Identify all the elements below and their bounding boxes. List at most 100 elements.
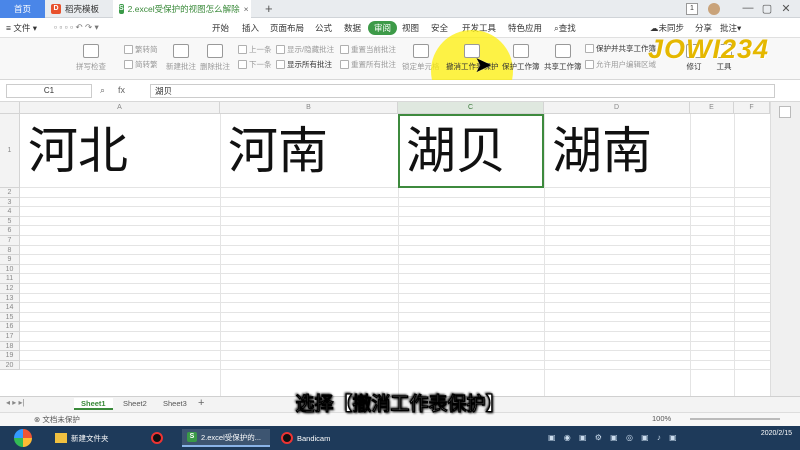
grid-row-line — [20, 263, 770, 265]
taskbar-clock[interactable]: 2020/2/15 — [761, 429, 792, 438]
formula-input[interactable]: 湖贝 — [150, 84, 775, 98]
tab-document[interactable]: S 2.excel受保护的视图怎么解除 × — [113, 0, 251, 18]
template-icon: D — [51, 4, 61, 14]
zoom-slider[interactable] — [690, 418, 780, 420]
trad-to-simp-button[interactable]: 繁转简 — [124, 44, 158, 55]
menu-start[interactable]: 开始 — [212, 22, 229, 34]
taskbar-recorder[interactable] — [146, 429, 176, 447]
row-header-12[interactable]: 12 — [0, 284, 20, 294]
avatar[interactable] — [708, 3, 720, 15]
vertical-scrollbar[interactable] — [770, 102, 800, 396]
scroll-thumb[interactable] — [779, 106, 791, 118]
menu-security[interactable]: 安全 — [431, 22, 448, 34]
row-header-18[interactable]: 18 — [0, 341, 20, 352]
reset-all-button[interactable]: 重置所有批注 — [340, 59, 396, 70]
taskbar-document[interactable]: S 2.excel受保护的... — [182, 429, 270, 447]
simp-to-trad-button[interactable]: 简转繁 — [124, 59, 158, 70]
taskbar-folder-label: 新建文件夹 — [71, 433, 109, 443]
row-header-14[interactable]: 14 — [0, 303, 20, 313]
tab-home[interactable]: 首页 — [0, 0, 45, 18]
taskbar-folder[interactable]: 新建文件夹 — [50, 429, 142, 447]
protect-workbook-button[interactable]: 保护工作簿 — [502, 44, 540, 72]
column-header-f[interactable]: F — [734, 102, 770, 114]
prev-icon — [238, 45, 247, 54]
menu-features[interactable]: 特色应用 — [508, 22, 542, 34]
show-all-label: 显示所有批注 — [287, 60, 332, 69]
show-all-icon — [276, 60, 285, 69]
tab-template[interactable]: D 稻壳模板 — [45, 0, 113, 18]
comment-button[interactable]: 批注▾ — [720, 22, 741, 34]
row-header-20[interactable]: 20 — [0, 360, 20, 371]
row-header-10[interactable]: 10 — [0, 264, 20, 275]
column-header-c[interactable]: C — [398, 102, 544, 114]
spell-check-button[interactable]: 拼写检查 — [76, 44, 106, 72]
share-workbook-button[interactable]: 共享工作簿 — [544, 44, 582, 72]
allow-edit-ranges-button[interactable]: 允许用户编辑区域 — [585, 59, 656, 70]
taskbar-bandicam[interactable]: Bandicam — [276, 429, 358, 447]
menu-page-layout[interactable]: 页面布局 — [270, 22, 304, 34]
column-header-b[interactable]: B — [220, 102, 398, 114]
show-hide-label: 显示/隐藏批注 — [287, 45, 335, 54]
row-header-2[interactable]: 2 — [0, 188, 20, 198]
convert-icon — [124, 45, 133, 54]
row-header-7[interactable]: 7 — [0, 236, 20, 246]
menu-file[interactable]: ≡ 文件 ▾ — [6, 22, 37, 34]
share-button[interactable]: 分享 — [695, 22, 712, 34]
row-header-5[interactable]: 5 — [0, 216, 20, 227]
menu-search[interactable]: ⌕查找 — [554, 22, 576, 34]
row-header-9[interactable]: 9 — [0, 255, 20, 265]
show-all-comments-button[interactable]: 显示所有批注 — [276, 59, 332, 70]
menu-data[interactable]: 数据 — [344, 22, 361, 34]
minimize-icon[interactable]: — — [740, 2, 756, 14]
row-header-11[interactable]: 11 — [0, 274, 20, 284]
grid-row-line — [20, 254, 770, 256]
sync-status[interactable]: ☁未同步 — [650, 22, 684, 34]
grid-row-line — [20, 273, 770, 275]
zoom-search-icon[interactable]: ⌕ — [100, 85, 105, 96]
column-header-a[interactable]: A — [20, 102, 220, 114]
fx-icon[interactable]: fx — [118, 85, 125, 95]
name-box[interactable]: C1 — [6, 84, 92, 98]
row-header-16[interactable]: 16 — [0, 322, 20, 332]
row-header-8[interactable]: 8 — [0, 245, 20, 256]
prev-comment-button[interactable]: 上一条 — [238, 44, 272, 55]
system-tray-icons[interactable]: ▣ ◉ ▣ ⚙ ▣ ◎ ▣ ♪ ▣ — [548, 433, 680, 442]
menu-view[interactable]: 视图 — [402, 22, 419, 34]
delete-comment-button[interactable]: 删除批注 — [200, 44, 230, 72]
share-workbook-icon — [554, 44, 571, 58]
column-header-d[interactable]: D — [544, 102, 690, 114]
start-icon[interactable] — [14, 429, 32, 447]
menu-review[interactable]: 审阅 — [368, 21, 398, 35]
new-comment-button[interactable]: 新建批注 — [166, 44, 196, 72]
menu-insert[interactable]: 插入 — [242, 22, 259, 34]
row-header-3[interactable]: 3 — [0, 197, 20, 208]
close-tab-icon[interactable]: × — [244, 4, 249, 14]
cell-d1[interactable]: 湖南 — [552, 114, 652, 188]
row-header-13[interactable]: 13 — [0, 293, 20, 304]
spreadsheet-grid[interactable]: A B C D E F 1 2 3 4 5 6 7 8 9 10 11 12 13 14 15 16 17 18 1… — [0, 102, 770, 396]
prev-label: 上一条 — [249, 45, 272, 54]
quick-access-toolbar[interactable]: ▫ ▫ ▫ ▫ ↶ ↷ ▾ — [54, 22, 99, 33]
next-comment-button[interactable]: 下一条 — [238, 59, 272, 70]
row-header-1[interactable]: 1 — [0, 114, 20, 188]
row-header-6[interactable]: 6 — [0, 226, 20, 236]
grid-row-line — [20, 206, 770, 208]
notification-badge[interactable]: 1 — [686, 3, 698, 15]
maximize-icon[interactable]: ▢ — [759, 2, 775, 15]
menu-formula[interactable]: 公式 — [315, 22, 332, 34]
reset-current-button[interactable]: 重置当前批注 — [340, 44, 396, 55]
cell-b1[interactable]: 河南 — [228, 114, 328, 188]
row-header-15[interactable]: 15 — [0, 312, 20, 323]
shield-icon: ⊗ — [34, 415, 41, 424]
column-header-e[interactable]: E — [690, 102, 734, 114]
protect-share-button[interactable]: 保护并共享工作簿 — [585, 43, 656, 54]
show-hide-comment-button[interactable]: 显示/隐藏批注 — [276, 44, 334, 55]
row-header-17[interactable]: 17 — [0, 332, 20, 342]
new-tab-button[interactable]: + — [265, 1, 273, 16]
row-header-19[interactable]: 19 — [0, 351, 20, 361]
cell-a1[interactable]: 河北 — [28, 114, 128, 188]
row-header-4[interactable]: 4 — [0, 207, 20, 217]
corner-select-all[interactable] — [0, 102, 20, 114]
close-window-icon[interactable]: ✕ — [778, 2, 794, 15]
tab-document-label: 2.excel受保护的视图怎么解除 — [127, 4, 240, 14]
